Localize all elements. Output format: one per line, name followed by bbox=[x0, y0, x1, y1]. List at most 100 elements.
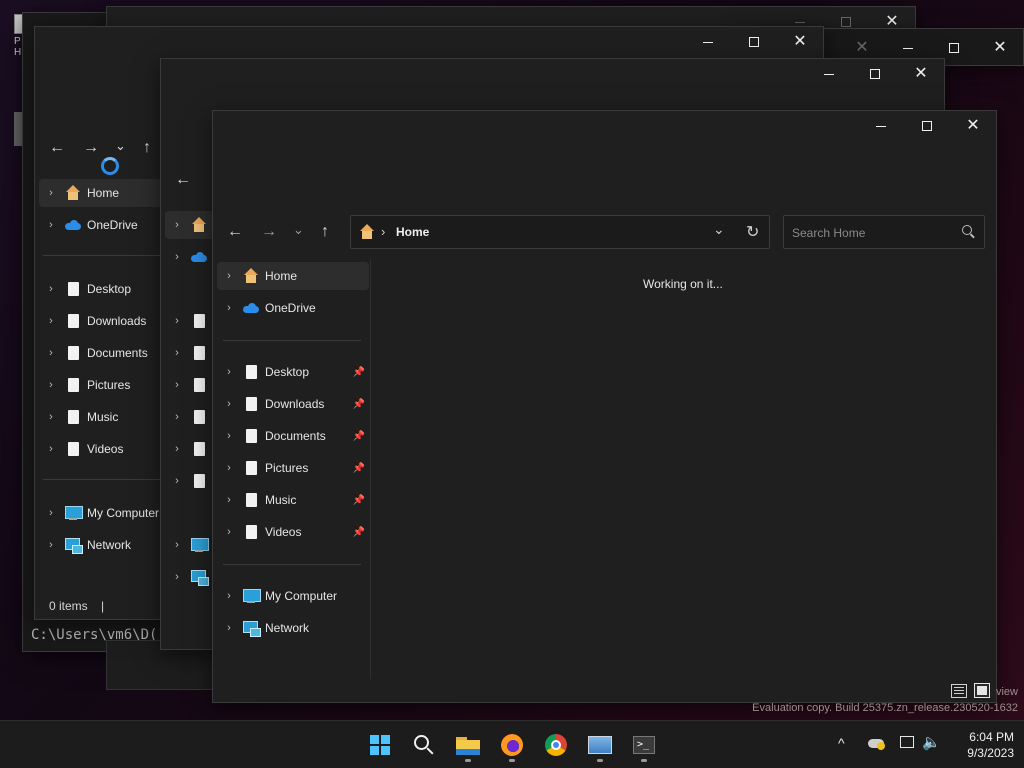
back-button[interactable]: ← bbox=[227, 224, 243, 240]
taskbar-search-button[interactable] bbox=[406, 727, 442, 763]
tree-item-downloads[interactable]: › Downloads bbox=[43, 307, 146, 335]
close-button[interactable]: ✕ bbox=[777, 27, 823, 57]
status-divider: | bbox=[101, 599, 105, 613]
minimize-button[interactable] bbox=[858, 111, 904, 141]
tree-item-my-computer[interactable]: › My Computer bbox=[43, 499, 159, 527]
maximize-button[interactable] bbox=[852, 59, 898, 89]
tree-item-label: My Computer bbox=[87, 506, 160, 520]
running-indicator bbox=[509, 759, 515, 762]
folder-icon bbox=[243, 364, 259, 380]
network-tray-icon[interactable] bbox=[900, 736, 914, 748]
tree-item-label: Network bbox=[265, 621, 310, 635]
large-icons-view-icon[interactable] bbox=[974, 683, 990, 698]
pin-icon[interactable]: 📌 bbox=[353, 495, 365, 506]
maximize-button[interactable] bbox=[904, 111, 950, 141]
explorer-window-front[interactable]: ✕ ← → ⌄ ↑ › Home ⌄ ↻ › Home › OneDrive bbox=[212, 110, 997, 703]
tree-item-onedrive[interactable]: › bbox=[169, 243, 213, 271]
tree-item-network[interactable]: › Network bbox=[221, 614, 309, 642]
status-bar-item-count: 0 items | bbox=[49, 599, 104, 613]
tree-item-documents[interactable]: › bbox=[169, 371, 213, 399]
minimize-button[interactable] bbox=[685, 27, 731, 57]
refresh-button[interactable]: ↻ bbox=[746, 222, 759, 242]
forward-button[interactable]: → bbox=[83, 140, 99, 156]
pin-icon[interactable]: 📌 bbox=[353, 431, 365, 442]
tree-item-videos[interactable]: › Videos 📌 bbox=[221, 518, 369, 546]
volume-icon[interactable]: 🔈 bbox=[922, 733, 941, 751]
tree-separator bbox=[223, 564, 361, 565]
tree-item-label: Home bbox=[87, 186, 120, 200]
pin-icon[interactable]: 📌 bbox=[353, 399, 365, 410]
windows-start-icon bbox=[370, 735, 390, 755]
close-button[interactable]: ✕ bbox=[977, 33, 1023, 63]
tree-item-home[interactable]: › Home bbox=[217, 262, 369, 290]
forward-button[interactable]: → bbox=[261, 224, 277, 240]
loading-message: Working on it... bbox=[643, 277, 723, 291]
network-icon bbox=[243, 620, 261, 637]
running-indicator bbox=[597, 759, 603, 762]
start-button[interactable] bbox=[362, 727, 398, 763]
tree-item-documents[interactable]: › Documents bbox=[43, 339, 148, 367]
pin-icon[interactable]: 📌 bbox=[353, 527, 365, 538]
tree-item-home[interactable]: › Home bbox=[39, 179, 163, 207]
tree-item-my-computer[interactable]: › My Computer bbox=[221, 582, 337, 610]
tree-item-home[interactable]: › bbox=[165, 211, 215, 239]
maximize-button[interactable] bbox=[731, 27, 777, 57]
taskbar-chrome[interactable] bbox=[538, 727, 574, 763]
tree-item-downloads[interactable]: › Downloads 📌 bbox=[221, 390, 369, 418]
folder-icon bbox=[243, 428, 259, 444]
details-view-icon[interactable] bbox=[951, 684, 967, 698]
tray-overflow-button[interactable]: ^ bbox=[838, 735, 845, 751]
watermark-line2: Evaluation copy. Build 25375.zn_release.… bbox=[752, 702, 1018, 714]
recent-locations-button[interactable]: ⌄ bbox=[293, 223, 304, 236]
tree-item-label: Documents bbox=[265, 429, 326, 443]
address-bar[interactable]: › Home ⌄ ↻ bbox=[350, 215, 770, 249]
close-button[interactable]: ✕ bbox=[898, 59, 944, 89]
tree-item-my-computer[interactable]: › bbox=[169, 531, 213, 559]
tree-item-desktop[interactable]: › Desktop bbox=[43, 275, 131, 303]
taskbar-terminal[interactable]: >_ bbox=[626, 727, 662, 763]
tree-item-music[interactable]: › Music 📌 bbox=[221, 486, 369, 514]
cloud-icon bbox=[191, 249, 207, 265]
tree-item-documents[interactable]: › Documents 📌 bbox=[221, 422, 369, 450]
tree-item-music[interactable]: › bbox=[169, 435, 213, 463]
up-button[interactable]: ↑ bbox=[321, 224, 329, 240]
breadcrumb-home[interactable]: Home bbox=[396, 225, 429, 239]
address-dropdown-button[interactable]: ⌄ bbox=[713, 221, 725, 238]
tree-item-onedrive[interactable]: › OneDrive bbox=[221, 294, 316, 322]
back-button[interactable]: ← bbox=[49, 140, 65, 156]
tree-item-onedrive[interactable]: › OneDrive bbox=[43, 211, 138, 239]
onedrive-warning-icon[interactable] bbox=[868, 739, 885, 750]
tree-item-videos[interactable]: › bbox=[169, 467, 213, 495]
tree-item-label: OneDrive bbox=[265, 301, 316, 315]
search-input[interactable] bbox=[792, 224, 952, 242]
search-box[interactable] bbox=[783, 215, 985, 249]
tree-item-pictures[interactable]: › Pictures 📌 bbox=[221, 454, 369, 482]
tree-item-label: Videos bbox=[87, 442, 124, 456]
pin-icon[interactable]: 📌 bbox=[353, 367, 365, 378]
tree-item-network[interactable]: › Network bbox=[43, 531, 131, 559]
taskbar-firefox[interactable] bbox=[494, 727, 530, 763]
tree-item-desktop[interactable]: › Desktop 📌 bbox=[221, 358, 369, 386]
close-button[interactable]: ✕ bbox=[950, 111, 996, 141]
up-button[interactable]: ↑ bbox=[143, 140, 151, 156]
minimize-button[interactable] bbox=[806, 59, 852, 89]
watermark-line1: view bbox=[995, 686, 1018, 698]
terminal-icon: >_ bbox=[633, 736, 655, 754]
tree-item-network[interactable]: › bbox=[169, 563, 213, 591]
tree-item-label: Downloads bbox=[265, 397, 325, 411]
taskbar-task-manager[interactable] bbox=[582, 727, 618, 763]
pin-icon[interactable]: 📌 bbox=[353, 463, 365, 474]
tree-item-pictures[interactable]: › Pictures bbox=[43, 371, 130, 399]
tree-item-music[interactable]: › Music bbox=[43, 403, 118, 431]
back-button[interactable]: ← bbox=[175, 172, 191, 188]
tree-item-pictures[interactable]: › bbox=[169, 403, 213, 431]
tree-item-videos[interactable]: › Videos bbox=[43, 435, 123, 463]
cloud-icon bbox=[243, 300, 259, 316]
taskbar-file-explorer[interactable] bbox=[450, 727, 486, 763]
tree-item-downloads[interactable]: › bbox=[169, 339, 213, 367]
task-manager-icon bbox=[588, 736, 612, 754]
search-icon-handle bbox=[970, 233, 975, 239]
clock[interactable]: 6:04 PM 9/3/2023 bbox=[954, 729, 1014, 761]
tree-item-desktop[interactable]: › bbox=[169, 307, 213, 335]
recent-locations-button[interactable]: ⌄ bbox=[115, 139, 126, 152]
